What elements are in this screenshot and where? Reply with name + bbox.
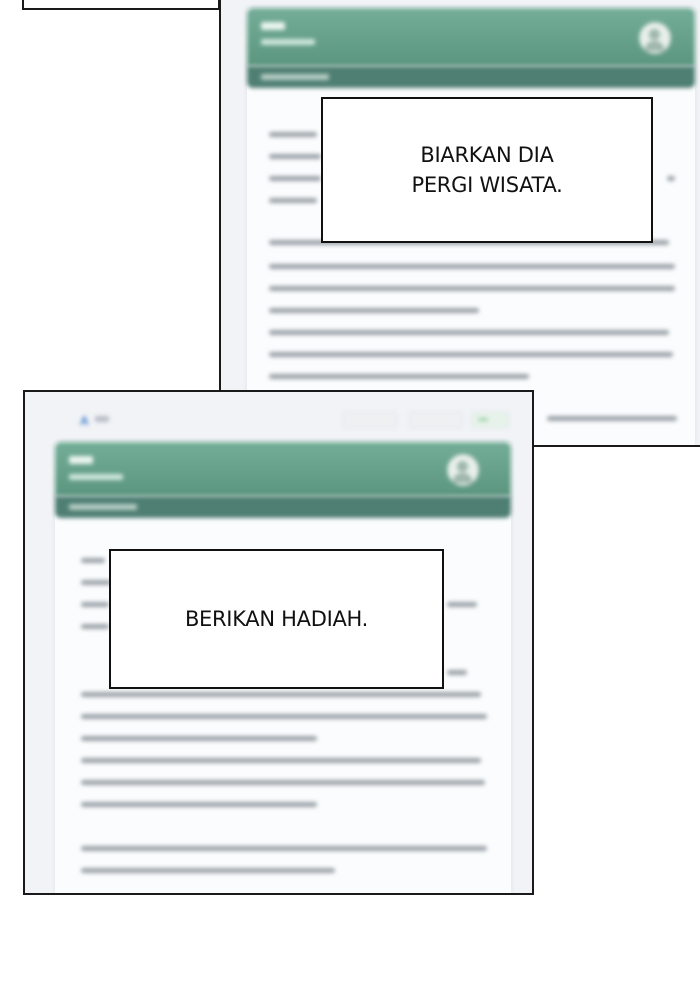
caption-box-bottom: BERIKAN HADIAH.	[109, 549, 444, 689]
toolbar-button[interactable]	[409, 412, 463, 428]
user-avatar-icon	[447, 454, 479, 486]
toolbar-button[interactable]	[343, 412, 397, 428]
document-header	[55, 442, 511, 496]
document-subbar	[247, 66, 695, 88]
sender-date	[69, 474, 123, 480]
sender-name	[69, 456, 93, 464]
app-logo: A	[80, 414, 89, 428]
document-header	[247, 8, 695, 66]
user-avatar-icon	[639, 22, 671, 54]
caption-top-text: BIARKAN DIA PERGI WISATA.	[411, 143, 563, 197]
caption-bottom-text: BERIKAN HADIAH.	[184, 607, 369, 631]
document-subtitle	[261, 74, 329, 80]
sender-date	[261, 39, 315, 45]
document-subtitle	[69, 504, 137, 510]
sender-name	[261, 22, 285, 30]
app-toolbar: A	[25, 392, 532, 442]
previous-panel-edge	[22, 0, 220, 10]
caption-box-top: BIARKAN DIA PERGI WISATA.	[321, 97, 653, 243]
document-subbar	[55, 496, 511, 518]
toolbar-button-active[interactable]	[471, 412, 509, 428]
app-name	[95, 416, 109, 422]
